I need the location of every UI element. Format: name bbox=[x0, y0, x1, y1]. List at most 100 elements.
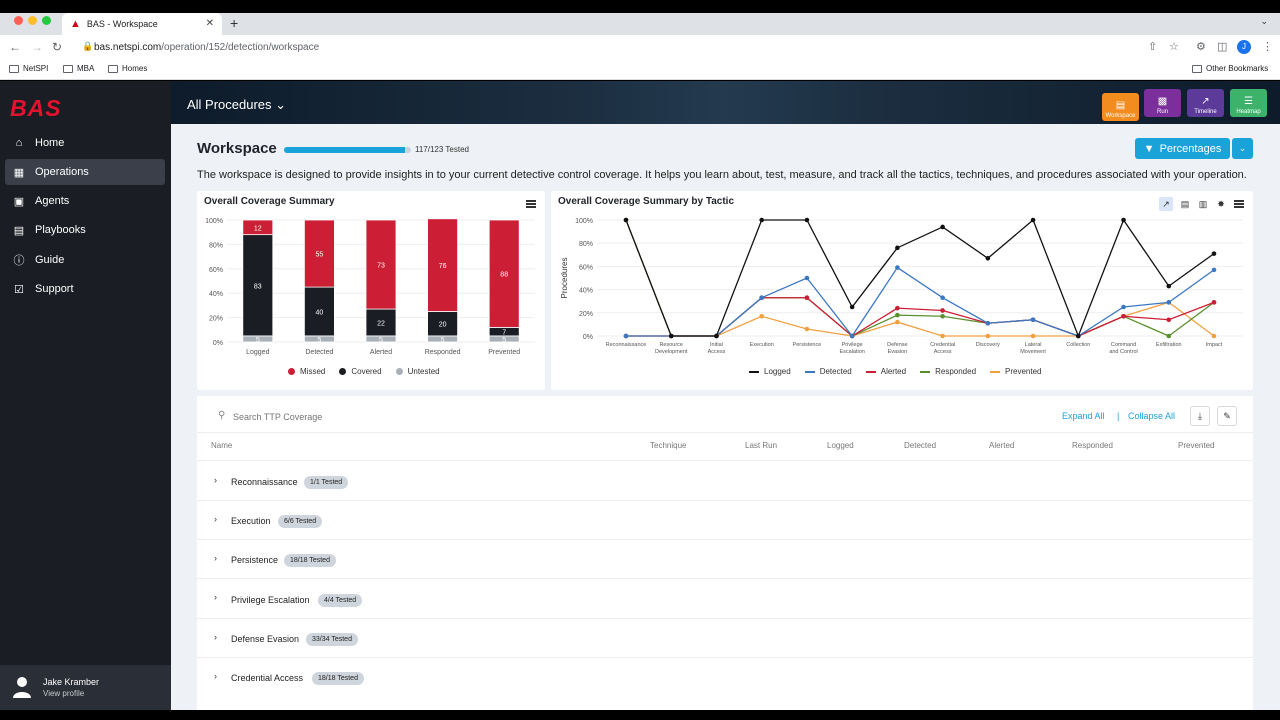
table-row[interactable] bbox=[197, 539, 1253, 578]
close-tab-icon[interactable]: ✕ bbox=[206, 18, 214, 29]
minimize-window-button[interactable] bbox=[28, 16, 37, 25]
tested-badge: 4/4 Tested bbox=[318, 594, 363, 607]
sidebar-item-operations[interactable]: ▦ Operations bbox=[5, 159, 165, 185]
column-header-name[interactable]: Name bbox=[211, 441, 232, 450]
x-tick-label: Detected bbox=[305, 349, 333, 356]
procedures-dropdown[interactable]: All Procedures ⌄ bbox=[187, 97, 286, 113]
side-panel-icon[interactable]: ◫ bbox=[1217, 40, 1227, 53]
browser-tab[interactable]: ▲ BAS - Workspace ✕ bbox=[62, 13, 222, 35]
user-profile[interactable]: Jake Kramber View profile bbox=[0, 665, 171, 710]
x-tick-label: Resource bbox=[659, 342, 683, 348]
data-point bbox=[1030, 317, 1036, 323]
chevron-right-icon[interactable]: › bbox=[214, 553, 217, 563]
maximize-window-button[interactable] bbox=[42, 16, 51, 25]
forward-icon[interactable]: → bbox=[31, 40, 43, 54]
extensions-icon[interactable]: ⚙ bbox=[1196, 40, 1206, 53]
sidebar-item-home[interactable]: ⌂ Home bbox=[5, 130, 165, 156]
collapse-all-link[interactable]: Collapse All bbox=[1128, 411, 1175, 421]
column-header-technique[interactable]: Technique bbox=[650, 441, 686, 450]
data-point bbox=[759, 313, 764, 319]
browser-menu-icon[interactable]: ⋮ bbox=[1262, 40, 1273, 53]
table-row[interactable] bbox=[197, 460, 1253, 499]
data-point bbox=[940, 333, 945, 339]
chevron-right-icon[interactable]: › bbox=[214, 592, 217, 602]
chevron-right-icon[interactable]: › bbox=[214, 632, 217, 642]
bookmark-netspi[interactable]: NetSPI bbox=[9, 64, 48, 73]
sidebar-item-guide[interactable]: ⓘ Guide bbox=[5, 247, 165, 273]
y-tick-label: 40% bbox=[579, 288, 593, 295]
share-icon[interactable]: ⇧ bbox=[1148, 40, 1157, 53]
column-header-detected[interactable]: Detected bbox=[904, 441, 936, 450]
back-icon[interactable]: ← bbox=[9, 40, 21, 54]
tile-run[interactable]: ▩ Run bbox=[1144, 89, 1181, 117]
bookmark-mba[interactable]: MBA bbox=[63, 64, 94, 73]
table-row[interactable] bbox=[197, 500, 1253, 539]
legend-item[interactable]: Detected bbox=[804, 367, 852, 376]
x-tick-label: Logged bbox=[246, 349, 269, 356]
download-button[interactable]: ⤓ bbox=[1190, 406, 1210, 426]
horizontal-bar-type-icon[interactable]: ▤ bbox=[1178, 197, 1192, 211]
legend-item[interactable]: Logged bbox=[749, 367, 791, 376]
chevron-right-icon[interactable]: › bbox=[214, 475, 217, 485]
chevron-right-icon[interactable]: › bbox=[214, 671, 217, 681]
bar-value-label: 5 bbox=[317, 337, 321, 344]
bookmark-star-icon[interactable]: ☆ bbox=[1169, 40, 1179, 53]
chevron-right-icon[interactable]: › bbox=[214, 514, 217, 524]
legend-untested[interactable]: Untested bbox=[395, 367, 440, 376]
data-point bbox=[895, 245, 900, 251]
row-name: Reconnaissance bbox=[231, 477, 298, 487]
line-chart-menu-icon[interactable] bbox=[1234, 200, 1244, 208]
sidebar-item-label: Guide bbox=[35, 254, 65, 266]
tile-workspace[interactable]: ▤ Workspace bbox=[1102, 93, 1139, 121]
data-point bbox=[940, 295, 945, 301]
search-input[interactable] bbox=[233, 410, 433, 424]
column-header-alerted[interactable]: Alerted bbox=[989, 441, 1014, 450]
y-tick-label: 40% bbox=[209, 291, 223, 298]
new-tab-icon[interactable]: + bbox=[230, 15, 238, 31]
bookmark-homes[interactable]: Homes bbox=[108, 64, 147, 73]
column-header-last-run[interactable]: Last Run bbox=[745, 441, 777, 450]
legend-item[interactable]: Alerted bbox=[865, 367, 906, 376]
legend-covered[interactable]: Covered bbox=[339, 367, 382, 376]
tile-heatmap[interactable]: ☰ Heatmap bbox=[1230, 89, 1267, 117]
bookmark-other[interactable]: Other Bookmarks bbox=[1192, 64, 1268, 73]
column-chart-type-icon[interactable]: ▥ bbox=[1196, 197, 1210, 211]
edit-button[interactable]: ✎ bbox=[1217, 406, 1237, 426]
y-tick-label: 80% bbox=[209, 242, 223, 249]
legend-item[interactable]: Prevented bbox=[990, 367, 1041, 376]
x-tick-label: Credential bbox=[930, 342, 955, 348]
sidebar-item-agents[interactable]: ▣ Agents bbox=[5, 188, 165, 214]
percentages-button[interactable]: ▼ Percentages bbox=[1135, 138, 1230, 159]
sidebar-item-playbooks[interactable]: ▤ Playbooks bbox=[5, 217, 165, 243]
columns-icon: ▦ bbox=[13, 166, 25, 179]
legend-missed[interactable]: Missed bbox=[288, 367, 325, 376]
x-tick-label: Movement bbox=[1020, 349, 1046, 355]
sidebar-item-support[interactable]: ☑ Support bbox=[5, 276, 165, 302]
legend-item[interactable]: Responded bbox=[920, 367, 976, 376]
view-profile-link[interactable]: View profile bbox=[43, 689, 84, 698]
legend-label: Missed bbox=[300, 367, 326, 376]
reload-icon[interactable]: ↻ bbox=[52, 40, 62, 54]
sidebar-item-label: Agents bbox=[35, 195, 70, 207]
line-chart-type-icon[interactable]: ↗ bbox=[1159, 197, 1173, 211]
tile-timeline[interactable]: ↗ Timeline bbox=[1187, 89, 1224, 117]
data-point bbox=[895, 319, 900, 325]
browser-profile-avatar[interactable]: J bbox=[1237, 40, 1251, 54]
tab-search-icon[interactable]: ⌄ bbox=[1260, 16, 1268, 27]
column-header-responded[interactable]: Responded bbox=[1072, 441, 1113, 450]
row-name: Persistence bbox=[231, 555, 279, 565]
line-chart: 0% 20% 40% 60% 80% 100% Procedures Reconnaissan… bbox=[560, 217, 1243, 355]
tested-badge: 18/18 Tested bbox=[284, 554, 336, 567]
percentages-dropdown-button[interactable]: ⌄ bbox=[1232, 138, 1253, 159]
close-window-button[interactable] bbox=[14, 16, 23, 25]
bar-chart-menu-icon[interactable] bbox=[526, 200, 536, 208]
layers-icon: ☰ bbox=[1244, 96, 1253, 107]
expand-all-link[interactable]: Expand All bbox=[1062, 411, 1105, 421]
bas-logo[interactable]: BAS bbox=[10, 95, 62, 122]
x-tick-label: Exfiltration bbox=[1156, 342, 1182, 348]
column-header-logged[interactable]: Logged bbox=[827, 441, 854, 450]
progress-fill bbox=[284, 147, 405, 153]
radar-chart-type-icon[interactable]: ✸ bbox=[1214, 197, 1228, 211]
column-header-prevented[interactable]: Prevented bbox=[1178, 441, 1214, 450]
url-field[interactable]: bas.netspi.com/operation/152/detection/w… bbox=[78, 39, 1138, 56]
